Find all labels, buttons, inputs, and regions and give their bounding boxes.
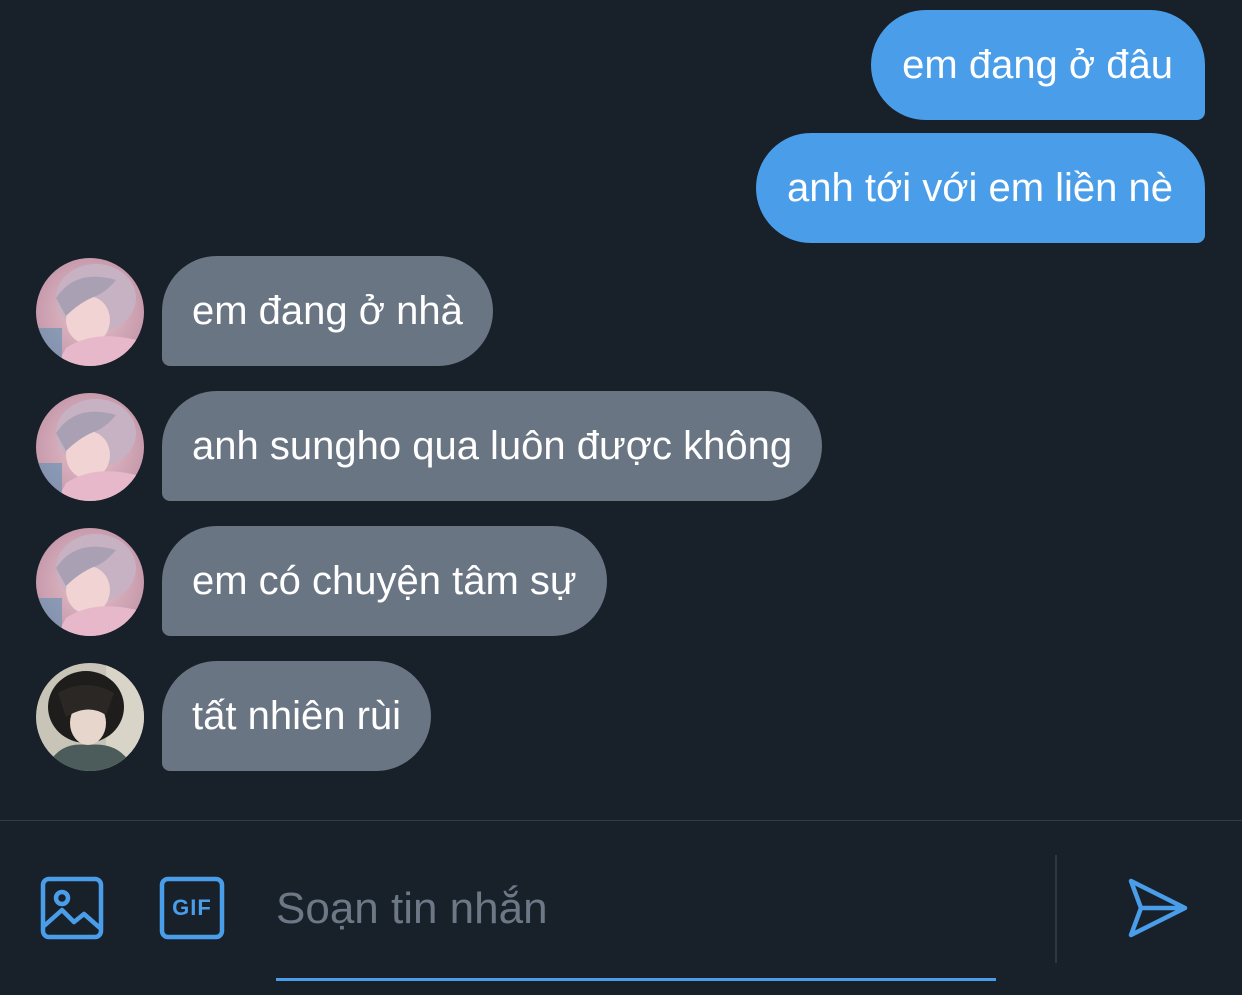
avatar-pink-hair-image	[36, 258, 144, 366]
message-row-incoming: em đang ở nhà	[0, 256, 1242, 366]
message-row-incoming: anh sungho qua luôn được không	[0, 391, 1242, 501]
image-icon[interactable]	[40, 876, 104, 940]
message-text: em đang ở đâu	[902, 43, 1173, 87]
message-bubble-incoming[interactable]: em có chuyện tâm sự	[162, 526, 607, 636]
message-text: em đang ở nhà	[192, 289, 463, 333]
message-thread: em đang ở đâu anh tới với em liền nè em …	[0, 0, 1242, 820]
message-composer: GIF	[0, 820, 1242, 995]
message-text: em có chuyện tâm sự	[192, 559, 577, 603]
avatar-pink-hair-image	[36, 393, 144, 501]
message-bubble-incoming[interactable]: em đang ở nhà	[162, 256, 493, 366]
composer-divider	[1055, 855, 1057, 963]
send-icon[interactable]	[1127, 877, 1189, 939]
message-text: tất nhiên rùi	[192, 694, 402, 738]
avatar[interactable]	[36, 393, 144, 501]
input-focus-underline	[276, 978, 996, 981]
avatar[interactable]	[36, 528, 144, 636]
avatar-pink-hair-image	[36, 528, 144, 636]
message-bubble-incoming[interactable]: anh sungho qua luôn được không	[162, 391, 823, 501]
message-bubble-incoming[interactable]: tất nhiên rùi	[162, 661, 432, 771]
avatar[interactable]	[36, 258, 144, 366]
message-text: anh tới với em liền nè	[787, 166, 1173, 210]
message-row-incoming: tất nhiên rùi	[0, 661, 1242, 771]
message-input[interactable]	[276, 871, 996, 946]
message-bubble-outgoing[interactable]: em đang ở đâu	[871, 10, 1205, 120]
gif-icon[interactable]: GIF	[159, 876, 225, 940]
dm-conversation: em đang ở đâu anh tới với em liền nè em …	[0, 0, 1242, 995]
avatar-dark-hair-image	[36, 663, 144, 771]
avatar[interactable]	[36, 663, 144, 771]
message-bubble-outgoing[interactable]: anh tới với em liền nè	[756, 133, 1205, 243]
gif-label: GIF	[172, 895, 212, 920]
message-row-outgoing: em đang ở đâu	[0, 10, 1242, 120]
message-row-incoming: em có chuyện tâm sự	[0, 526, 1242, 636]
message-row-outgoing: anh tới với em liền nè	[0, 133, 1242, 243]
message-text: anh sungho qua luôn được không	[192, 424, 793, 468]
